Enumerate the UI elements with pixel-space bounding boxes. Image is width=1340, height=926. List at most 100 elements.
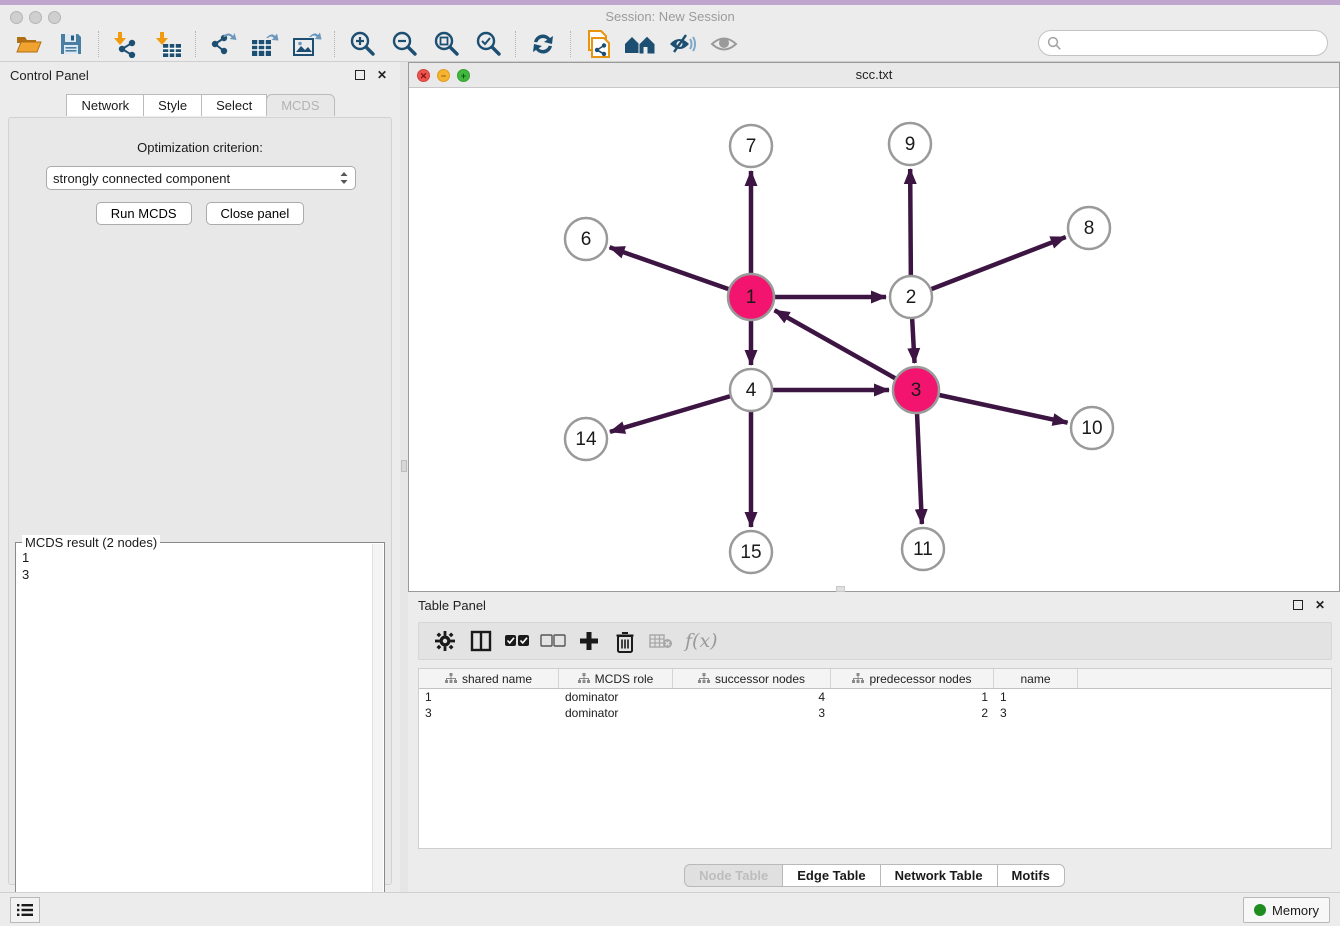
open-file-button[interactable] <box>12 29 46 59</box>
refresh-button[interactable] <box>526 29 560 59</box>
toolbar-separator <box>98 31 99 57</box>
search-input[interactable] <box>1062 33 1327 53</box>
node-table[interactable]: shared nameMCDS rolesuccessor nodes prede… <box>418 668 1332 849</box>
export-network-button[interactable] <box>206 29 240 59</box>
float-panel-icon[interactable] <box>352 67 368 83</box>
graph-node-8[interactable]: 8 <box>1068 207 1110 249</box>
table-cell[interactable]: 1 <box>994 689 1078 705</box>
first-neighbors-button[interactable] <box>623 29 657 59</box>
eye-icon <box>709 33 739 55</box>
column-header-successor-nodes[interactable]: successor nodes <box>673 669 831 688</box>
graph-node-6[interactable]: 6 <box>565 218 607 260</box>
task-history-button[interactable] <box>10 897 40 923</box>
graph-node-15[interactable]: 15 <box>730 531 772 573</box>
table-cell[interactable]: 3 <box>419 705 559 721</box>
column-settings-button[interactable] <box>427 626 463 656</box>
run-mcds-button[interactable]: Run MCDS <box>96 202 192 225</box>
tab-network[interactable]: Network <box>66 94 144 116</box>
tab-edge-table[interactable]: Edge Table <box>782 864 880 887</box>
control-panel-title: Control Panel <box>10 68 346 83</box>
global-search-field[interactable] <box>1038 30 1328 56</box>
tab-node-table[interactable]: Node Table <box>684 864 783 887</box>
graph-node-10[interactable]: 10 <box>1071 407 1113 449</box>
export-network-icon <box>209 30 237 58</box>
panel-divider[interactable] <box>400 62 408 892</box>
toolbar-separator <box>570 31 571 57</box>
tab-select[interactable]: Select <box>201 94 267 116</box>
zoom-selected-icon <box>474 30 502 58</box>
graph-node-14[interactable]: 14 <box>565 418 607 460</box>
table-cell[interactable]: dominator <box>559 705 673 721</box>
memory-button[interactable]: Memory <box>1243 897 1330 923</box>
select-all-columns-button[interactable] <box>499 626 535 656</box>
delete-column-button[interactable] <box>607 626 643 656</box>
network-window-titlebar[interactable]: ✕ − + scc.txt <box>409 63 1339 88</box>
import-table-button[interactable] <box>151 29 185 59</box>
divider-grip[interactable] <box>401 460 407 472</box>
result-scrollbar[interactable] <box>372 544 383 922</box>
import-network-button[interactable] <box>109 29 143 59</box>
column-header-MCDS-role[interactable]: MCDS role <box>559 669 673 688</box>
show-all-button[interactable] <box>707 29 741 59</box>
main-toolbar <box>0 27 1340 62</box>
graph-node-9[interactable]: 9 <box>889 123 931 165</box>
close-panel-icon[interactable]: ✕ <box>374 67 390 83</box>
graph-node-3[interactable]: 3 <box>893 367 939 413</box>
toolbar-separator <box>195 31 196 57</box>
deselect-all-columns-button[interactable] <box>535 626 571 656</box>
column-header-name[interactable]: name <box>994 669 1078 688</box>
node-label: 15 <box>740 542 761 563</box>
add-column-button[interactable] <box>571 626 607 656</box>
hide-selected-button[interactable] <box>665 29 699 59</box>
split-columns-icon <box>470 630 492 652</box>
table-cell[interactable]: 3 <box>994 705 1078 721</box>
houses-icon <box>623 32 657 56</box>
zoom-out-button[interactable] <box>387 29 421 59</box>
graph-node-2[interactable]: 2 <box>890 276 932 318</box>
float-table-panel-icon[interactable] <box>1290 597 1306 613</box>
column-header-label: name <box>1020 672 1050 686</box>
edge-3-1[interactable] <box>775 310 916 390</box>
table-cell[interactable]: 1 <box>831 689 994 705</box>
criterion-dropdown[interactable]: strongly connected component <box>46 166 356 190</box>
column-header-predecessor-nodes[interactable]: predecessor nodes <box>831 669 994 688</box>
graph-node-11[interactable]: 11 <box>902 528 944 570</box>
clone-network-button[interactable] <box>581 29 615 59</box>
tab-style[interactable]: Style <box>143 94 202 116</box>
table-cell[interactable]: 1 <box>419 689 559 705</box>
graph-node-1[interactable]: 1 <box>728 274 774 320</box>
table-cell[interactable]: 4 <box>673 689 831 705</box>
split-view-button[interactable] <box>463 626 499 656</box>
node-label: 7 <box>746 136 757 157</box>
table-row[interactable]: 3dominator323 <box>419 705 1331 721</box>
zoom-fit-icon <box>432 30 460 58</box>
tab-motifs[interactable]: Motifs <box>997 864 1065 887</box>
zoom-selected-button[interactable] <box>471 29 505 59</box>
export-table-icon <box>250 30 280 58</box>
table-cell[interactable]: dominator <box>559 689 673 705</box>
table-row[interactable]: 1dominator411 <box>419 689 1331 705</box>
close-table-panel-icon[interactable]: ✕ <box>1312 597 1328 613</box>
column-header-shared-name[interactable]: shared name <box>419 669 559 688</box>
clone-network-icon <box>584 29 612 59</box>
shared-column-icon <box>698 673 710 684</box>
save-session-button[interactable] <box>54 29 88 59</box>
close-panel-button[interactable]: Close panel <box>206 202 305 225</box>
zoom-in-button[interactable] <box>345 29 379 59</box>
network-canvas[interactable]: 7 9 6 8 1 2 4 3 14 10 15 11 <box>409 88 1339 591</box>
toolbar-separator <box>334 31 335 57</box>
edge-2-8[interactable] <box>911 237 1066 297</box>
network-window-title: scc.txt <box>409 67 1339 82</box>
import-network-icon <box>112 30 140 58</box>
graph-node-4[interactable]: 4 <box>730 369 772 411</box>
list-icon <box>16 903 34 917</box>
graph-node-7[interactable]: 7 <box>730 125 772 167</box>
export-table-button[interactable] <box>248 29 282 59</box>
column-header-label: predecessor nodes <box>869 672 971 686</box>
export-image-button[interactable] <box>290 29 324 59</box>
table-cell[interactable]: 3 <box>673 705 831 721</box>
table-cell[interactable]: 2 <box>831 705 994 721</box>
tab-mcds[interactable]: MCDS <box>266 94 334 116</box>
tab-network-table[interactable]: Network Table <box>880 864 998 887</box>
zoom-fit-button[interactable] <box>429 29 463 59</box>
